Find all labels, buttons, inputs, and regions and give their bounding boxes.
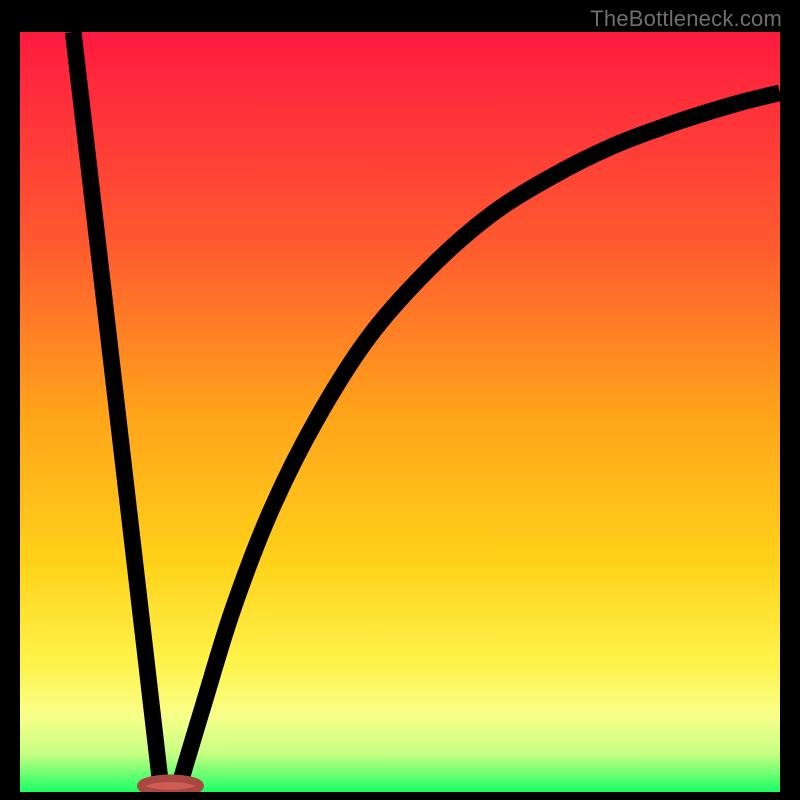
chart-svg [20, 32, 780, 792]
chart-frame [20, 32, 780, 792]
gradient-background [20, 32, 780, 792]
watermark-text: TheBottleneck.com [590, 6, 782, 32]
vertex-marker [141, 778, 200, 792]
